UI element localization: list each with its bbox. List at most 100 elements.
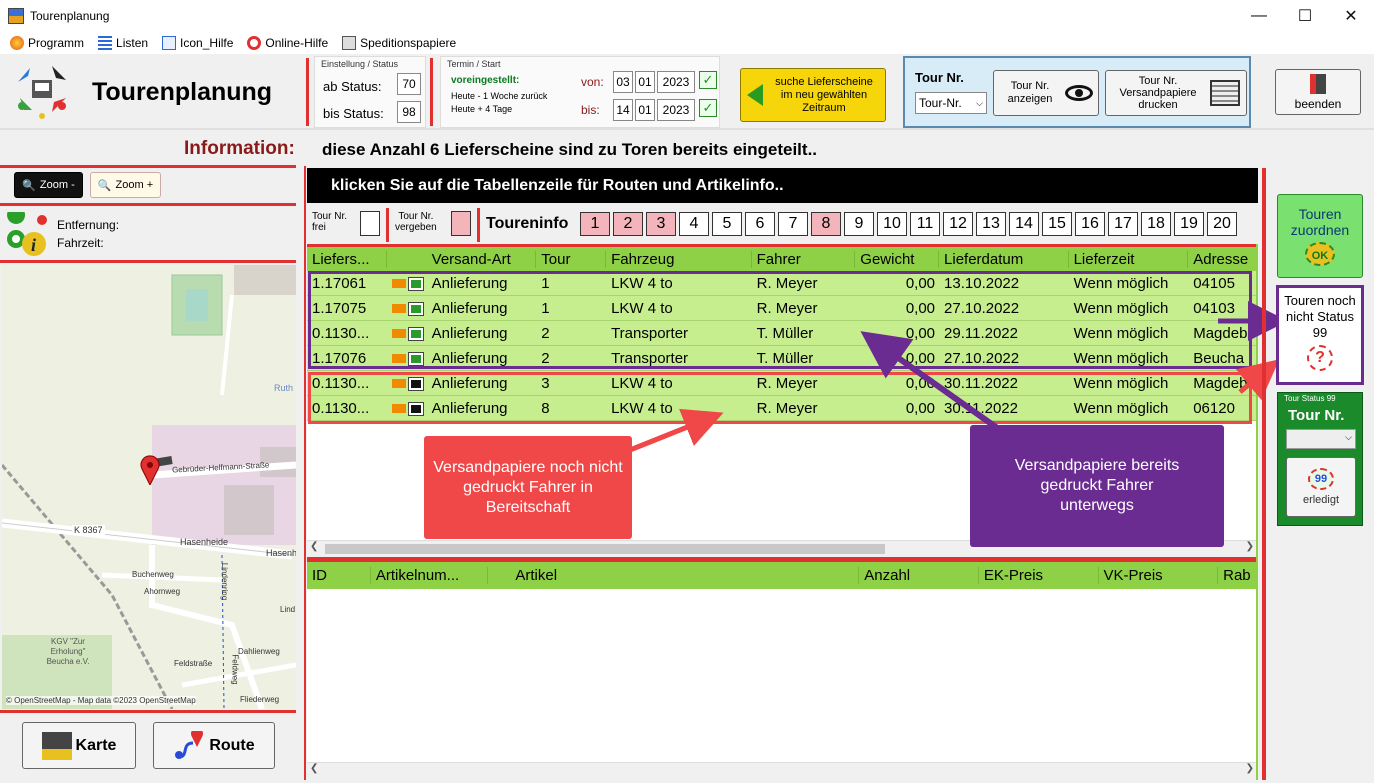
- menu-bar: Programm Listen Icon_Hilfe Online-Hilfe …: [0, 32, 1374, 54]
- magnifier-minus-icon: 🔍: [22, 179, 36, 192]
- zoom-in-button[interactable]: 🔍 Zoom +: [90, 172, 161, 198]
- show-tour-button[interactable]: Tour Nr. anzeigen: [993, 70, 1099, 116]
- von-month-input[interactable]: 01: [635, 71, 655, 93]
- column-header[interactable]: Liefers...: [307, 250, 387, 268]
- tour-number-box[interactable]: 4: [679, 212, 709, 236]
- column-header[interactable]: Lieferzeit: [1069, 250, 1189, 268]
- scroll-thumb[interactable]: [325, 544, 885, 554]
- tour-number-box[interactable]: 13: [976, 212, 1006, 236]
- route-icon: [173, 730, 204, 761]
- map-label: Hasenh: [266, 548, 296, 558]
- column-header[interactable]: Lieferdatum: [939, 250, 1069, 268]
- column-header[interactable]: ID: [307, 567, 371, 584]
- divider: [306, 58, 309, 126]
- divider: [0, 203, 296, 206]
- distance-info-icon: i: [4, 206, 50, 258]
- bis-year-input[interactable]: 2023: [657, 99, 695, 121]
- tour-number-box[interactable]: 16: [1075, 212, 1105, 236]
- map-button[interactable]: Karte: [22, 722, 136, 769]
- von-day-input[interactable]: 03: [613, 71, 633, 93]
- tour-number-box[interactable]: 19: [1174, 212, 1204, 236]
- legend-frei-swatch: [360, 211, 380, 236]
- tour-number-box[interactable]: 8: [811, 212, 841, 236]
- tour-number-box[interactable]: 11: [910, 212, 940, 236]
- tour-number-box[interactable]: 7: [778, 212, 808, 236]
- calendar-check-icon[interactable]: ✓: [699, 71, 717, 89]
- column-header[interactable]: Fahrzeug: [606, 250, 752, 268]
- horizontal-scrollbar[interactable]: ❮ ❯: [307, 762, 1258, 778]
- route-button[interactable]: Route: [153, 722, 275, 769]
- tour-select[interactable]: Tour-Nr. ⌵: [915, 92, 987, 114]
- tour-number-box[interactable]: 9: [844, 212, 874, 236]
- ab-status-input[interactable]: 70: [397, 73, 421, 95]
- column-header[interactable]: Versand-Art: [427, 250, 537, 268]
- exit-door-icon: [1310, 73, 1326, 94]
- column-header[interactable]: Adresse: [1188, 250, 1258, 268]
- column-header[interactable]: Anzahl: [859, 567, 979, 584]
- maximize-icon[interactable]: ☐: [1282, 0, 1328, 32]
- unprinted-tours-highlight: [308, 372, 1252, 424]
- magnifier-plus-icon: 🔍: [97, 179, 112, 192]
- tour-number-box[interactable]: 3: [646, 212, 676, 236]
- map-pin-icon: [140, 455, 160, 487]
- print-papers-button[interactable]: Tour Nr. Versandpapiere drucken: [1105, 70, 1247, 116]
- status99-select[interactable]: ⌵: [1286, 429, 1356, 449]
- tour-number-strip: 1 2 3 4 5 6 7 8 9 10 11 12 13 14 15 16 17 18 19 20: [580, 212, 1240, 236]
- menu-speditionspapiere[interactable]: Speditionspapiere: [342, 36, 456, 50]
- tour-number-box[interactable]: 12: [943, 212, 973, 236]
- map-view[interactable]: Gebrüder-Helfmann-Straße K 8367 Hasenhei…: [2, 265, 296, 709]
- column-header[interactable]: Artikelnum...: [371, 567, 489, 584]
- tour-number-box[interactable]: 18: [1141, 212, 1171, 236]
- toureninfo-label: Toureninfo: [486, 215, 569, 232]
- map-truck-icon: [41, 731, 72, 760]
- column-header[interactable]: Rab: [1218, 567, 1258, 584]
- zoom-out-button[interactable]: 🔍 Zoom -: [14, 172, 83, 198]
- menu-programm[interactable]: Programm: [10, 36, 84, 50]
- scroll-left-icon[interactable]: ❮: [310, 763, 318, 774]
- close-icon[interactable]: ✕: [1328, 0, 1374, 32]
- column-header[interactable]: Fahrer: [752, 250, 856, 268]
- tour-panel: Tour Nr. Tour-Nr. ⌵ Tour Nr. anzeigen Tou…: [903, 56, 1251, 128]
- tour-number-box[interactable]: 14: [1009, 212, 1039, 236]
- search-button-label: suche Lieferscheine im neu gewählten Zei…: [775, 75, 873, 114]
- not-status-panel[interactable]: Touren noch nicht Status 99 ?: [1276, 285, 1364, 385]
- menu-icon-hilfe[interactable]: Icon_Hilfe: [162, 36, 233, 50]
- tour-number-box[interactable]: 6: [745, 212, 775, 236]
- legend-vergeben-swatch: [451, 211, 471, 236]
- tour-number-box[interactable]: 2: [613, 212, 643, 236]
- scroll-right-icon[interactable]: ❯: [1246, 763, 1254, 774]
- column-header[interactable]: VK-Preis: [1099, 567, 1219, 584]
- tour-number-box[interactable]: 17: [1108, 212, 1138, 236]
- app-logo-icon: [12, 60, 72, 120]
- exit-button[interactable]: beenden: [1275, 69, 1361, 115]
- question-status-icon: ?: [1307, 345, 1333, 371]
- scroll-right-icon[interactable]: ❯: [1246, 541, 1254, 552]
- column-header[interactable]: Gewicht: [855, 250, 940, 268]
- printed-tours-highlight: [308, 271, 1252, 369]
- assign-tours-button[interactable]: Touren zuordnen OK: [1277, 194, 1363, 278]
- chevron-down-icon: ⌵: [976, 98, 983, 108]
- tour-number-box[interactable]: 5: [712, 212, 742, 236]
- minimize-icon[interactable]: —: [1236, 0, 1282, 32]
- column-header[interactable]: Artikel: [510, 567, 860, 584]
- done-button[interactable]: 99 erledigt: [1286, 457, 1356, 517]
- tour-number-box[interactable]: 15: [1042, 212, 1072, 236]
- tour-number-box[interactable]: 1: [580, 212, 610, 236]
- bis-day-input[interactable]: 14: [613, 99, 633, 121]
- map-label: K 8367: [72, 525, 105, 535]
- column-header[interactable]: Tour: [536, 250, 607, 268]
- von-year-input[interactable]: 2023: [657, 71, 695, 93]
- bis-month-input[interactable]: 01: [635, 99, 655, 121]
- menu-listen[interactable]: Listen: [98, 36, 148, 50]
- map-label: Fliederweg: [240, 695, 280, 704]
- bis-status-input[interactable]: 98: [397, 101, 421, 123]
- left-top-divider: [0, 165, 296, 168]
- article-table-header: ID Artikelnum... Artikel Anzahl EK-Preis VK-P…: [307, 562, 1258, 589]
- column-header[interactable]: EK-Preis: [979, 567, 1099, 584]
- scroll-left-icon[interactable]: ❮: [310, 541, 318, 552]
- calendar-check-icon[interactable]: ✓: [699, 99, 717, 117]
- menu-online-hilfe[interactable]: Online-Hilfe: [247, 36, 328, 50]
- search-deliveries-button[interactable]: suche Lieferscheine im neu gewählten Zei…: [740, 68, 886, 122]
- tour-number-box[interactable]: 10: [877, 212, 907, 236]
- tour-number-box[interactable]: 20: [1207, 212, 1237, 236]
